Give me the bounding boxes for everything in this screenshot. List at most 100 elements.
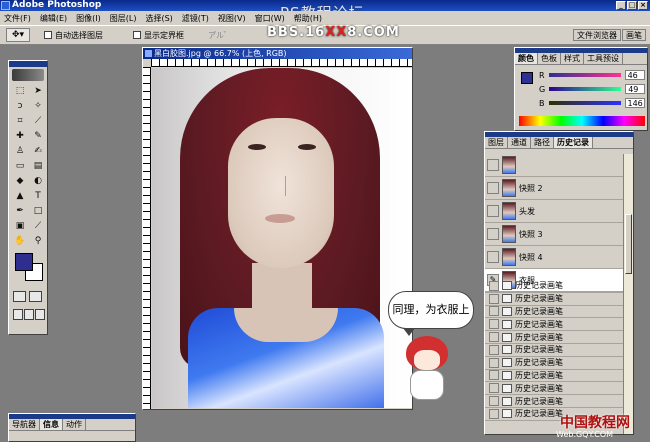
vertical-ruler[interactable] [143, 67, 151, 409]
history-snapshot-row[interactable]: 快照 3 [485, 223, 623, 246]
dodge-tool-icon[interactable]: ◐ [31, 175, 45, 188]
file-browser-tab[interactable]: 文件浏览器 [573, 29, 621, 41]
history-source-box[interactable] [487, 205, 499, 217]
menu-layer[interactable]: 图层(L) [110, 13, 137, 24]
close-button[interactable]: × [638, 1, 648, 10]
horizontal-ruler[interactable] [151, 59, 412, 67]
history-step-row[interactable]: 历史记录画笔 [485, 306, 623, 319]
quick-mask-mode-button[interactable] [29, 291, 42, 302]
tab-layers[interactable]: 图层 [485, 137, 508, 148]
path-selection-tool-icon[interactable]: ▲ [13, 190, 27, 203]
tab-actions[interactable]: 动作 [63, 419, 86, 430]
menu-edit[interactable]: 编辑(E) [40, 13, 67, 24]
history-scrollbar-thumb[interactable] [625, 214, 632, 274]
history-source-box[interactable] [489, 408, 499, 419]
lasso-tool-icon[interactable]: ↄ [13, 100, 27, 113]
history-step-row[interactable]: 历史记录画笔 [485, 293, 623, 306]
tab-styles[interactable]: 样式 [561, 53, 584, 64]
eyedropper-tool-icon[interactable]: ⟋ [31, 220, 45, 233]
color-spectrum-bar[interactable] [519, 116, 645, 126]
hand-tool-icon[interactable]: ✋ [13, 235, 27, 248]
tab-color[interactable]: 颜色 [515, 53, 538, 64]
menu-file[interactable]: 文件(F) [4, 13, 31, 24]
type-tool-icon[interactable]: T [31, 190, 45, 203]
red-channel-value[interactable]: 46 [624, 70, 645, 80]
standard-screen-button[interactable] [13, 309, 23, 320]
menu-view[interactable]: 视图(V) [218, 13, 246, 24]
full-screen-menu-button[interactable] [24, 309, 34, 320]
clone-stamp-tool-icon[interactable]: ♙ [13, 145, 27, 158]
history-source-box[interactable] [489, 280, 499, 291]
history-step-row[interactable]: 历史记录画笔 [485, 344, 623, 357]
history-step-row[interactable]: 历史记录画笔 [485, 370, 623, 383]
history-source-box[interactable] [489, 344, 499, 355]
show-bounding-box-checkbox[interactable] [133, 31, 141, 39]
tab-navigator[interactable]: 导航器 [9, 419, 40, 430]
crop-tool-icon[interactable]: ⌗ [13, 115, 27, 128]
maximize-button[interactable]: □ [627, 1, 637, 10]
healing-brush-tool-icon[interactable]: ✚ [13, 130, 27, 143]
history-source-box[interactable] [489, 306, 499, 317]
history-step-row[interactable]: 历史记录画笔 [485, 331, 623, 344]
history-snapshot-row[interactable]: 快照 2 [485, 177, 623, 200]
history-source-box[interactable] [489, 357, 499, 368]
gradient-tool-icon[interactable]: ▤ [31, 160, 45, 173]
blue-channel-value[interactable]: 146 [624, 98, 645, 108]
blur-tool-icon[interactable]: ◆ [13, 175, 27, 188]
history-source-box[interactable] [489, 370, 499, 381]
menu-filter[interactable]: 滤镜(T) [182, 13, 209, 24]
history-snapshot-row[interactable]: 头发 [485, 200, 623, 223]
full-screen-button[interactable] [35, 309, 45, 320]
history-source-box[interactable] [489, 293, 499, 304]
history-source-box[interactable] [489, 396, 499, 407]
notes-tool-icon[interactable]: ▣ [13, 220, 27, 233]
history-source-box[interactable] [487, 159, 499, 171]
red-channel-slider[interactable] [548, 73, 621, 77]
toolbox-header[interactable] [9, 61, 47, 67]
blue-channel-slider[interactable] [548, 101, 621, 105]
history-source-box[interactable] [487, 182, 499, 194]
move-tool-preset-icon[interactable]: ✥▾ [6, 28, 30, 42]
image-canvas[interactable] [152, 68, 412, 408]
document-title-bar[interactable]: 黑白胶图.jpg @ 66.7% (上色, RGB) [143, 48, 412, 59]
menu-select[interactable]: 选择(S) [145, 13, 172, 24]
eraser-tool-icon[interactable]: ▭ [13, 160, 27, 173]
photoshop-logo-icon[interactable] [12, 69, 44, 81]
history-source-box[interactable] [489, 319, 499, 330]
shape-tool-icon[interactable]: □ [31, 205, 45, 218]
tab-swatches[interactable]: 色板 [538, 53, 561, 64]
history-snapshot-row[interactable]: 快照 4 [485, 246, 623, 269]
tab-info[interactable]: 信息 [40, 419, 63, 430]
history-source-box[interactable] [487, 228, 499, 240]
history-scrollbar[interactable] [623, 154, 633, 434]
magic-wand-tool-icon[interactable]: ✧ [31, 100, 45, 113]
history-source-box[interactable] [489, 332, 499, 343]
history-step-row[interactable]: 历史记录画笔 [485, 382, 623, 396]
minimize-button[interactable]: _ [616, 1, 626, 10]
history-step-row[interactable]: 历史记录画笔 [485, 280, 623, 293]
history-source-box[interactable] [489, 383, 499, 394]
slice-tool-icon[interactable]: ⟋ [31, 115, 45, 128]
menu-image[interactable]: 图像(I) [76, 13, 101, 24]
history-step-row[interactable]: 历史记录画笔 [485, 357, 623, 370]
tab-tool-presets[interactable]: 工具预设 [584, 53, 623, 64]
zoom-tool-icon[interactable]: ⚲ [31, 235, 45, 248]
tab-channels[interactable]: 通道 [508, 137, 531, 148]
brush-tool-icon[interactable]: ✎ [31, 130, 45, 143]
green-channel-slider[interactable] [549, 87, 622, 91]
history-snapshot-row[interactable] [485, 154, 623, 177]
auto-select-layer-checkbox[interactable] [44, 31, 52, 39]
tab-paths[interactable]: 路径 [531, 137, 554, 148]
marquee-tool-icon[interactable]: ⬚ [13, 85, 27, 98]
color-panel-swatch[interactable] [521, 72, 533, 84]
pen-tool-icon[interactable]: ✒ [13, 205, 27, 218]
foreground-color-swatch[interactable] [15, 253, 33, 271]
menu-help[interactable]: 帮助(H) [294, 13, 322, 24]
history-step-row[interactable]: 历史记录画笔 [485, 395, 623, 408]
history-step-row[interactable]: 历史记录画笔 [485, 318, 623, 332]
move-tool-icon[interactable]: ➤ [31, 85, 45, 98]
history-brush-tool-icon[interactable]: ✍ [31, 145, 45, 158]
standard-mode-button[interactable] [13, 291, 26, 302]
menu-window[interactable]: 窗口(W) [255, 13, 285, 24]
green-channel-value[interactable]: 49 [625, 84, 646, 94]
